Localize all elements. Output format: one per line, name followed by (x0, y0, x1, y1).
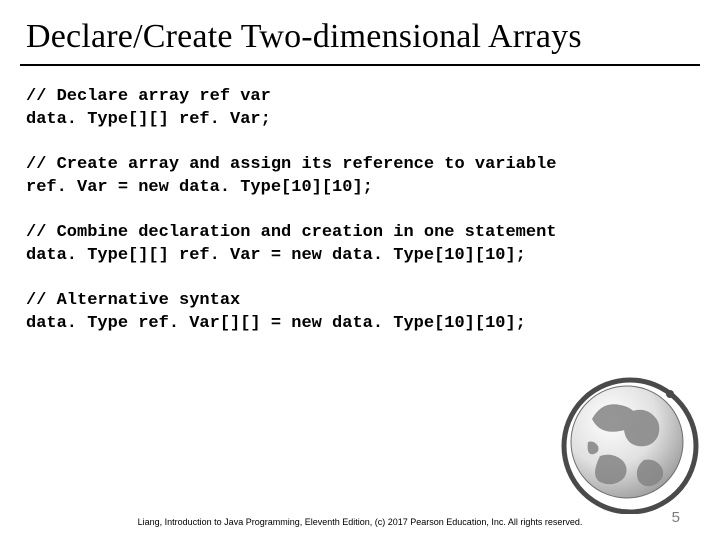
code-line: ref. Var = new data. Type[10][10]; (26, 178, 373, 197)
code-block-4: // Alternative syntax data. Type ref. Va… (26, 290, 694, 336)
code-line: data. Type[][] ref. Var; (26, 110, 271, 129)
slide: Declare/Create Two-dimensional Arrays //… (0, 0, 720, 540)
slide-title: Declare/Create Two-dimensional Arrays (0, 0, 720, 62)
spacer (26, 200, 694, 222)
code-comment: // Combine declaration and creation in o… (26, 223, 557, 242)
code-comment: // Alternative syntax (26, 291, 240, 310)
spacer (26, 132, 694, 154)
footer-copyright: Liang, Introduction to Java Programming,… (0, 517, 720, 528)
code-block-3: // Combine declaration and creation in o… (26, 222, 694, 268)
slide-body: // Declare array ref var data. Type[][] … (0, 66, 720, 336)
code-block-1: // Declare array ref var data. Type[][] … (26, 86, 694, 132)
code-block-2: // Create array and assign its reference… (26, 154, 694, 200)
page-number: 5 (672, 509, 680, 526)
code-comment: // Declare array ref var (26, 87, 271, 106)
code-comment: // Create array and assign its reference… (26, 155, 557, 174)
code-line: data. Type[][] ref. Var = new data. Type… (26, 246, 526, 265)
code-line: data. Type ref. Var[][] = new data. Type… (26, 314, 526, 333)
spacer (26, 268, 694, 290)
globe-icon (552, 364, 702, 514)
